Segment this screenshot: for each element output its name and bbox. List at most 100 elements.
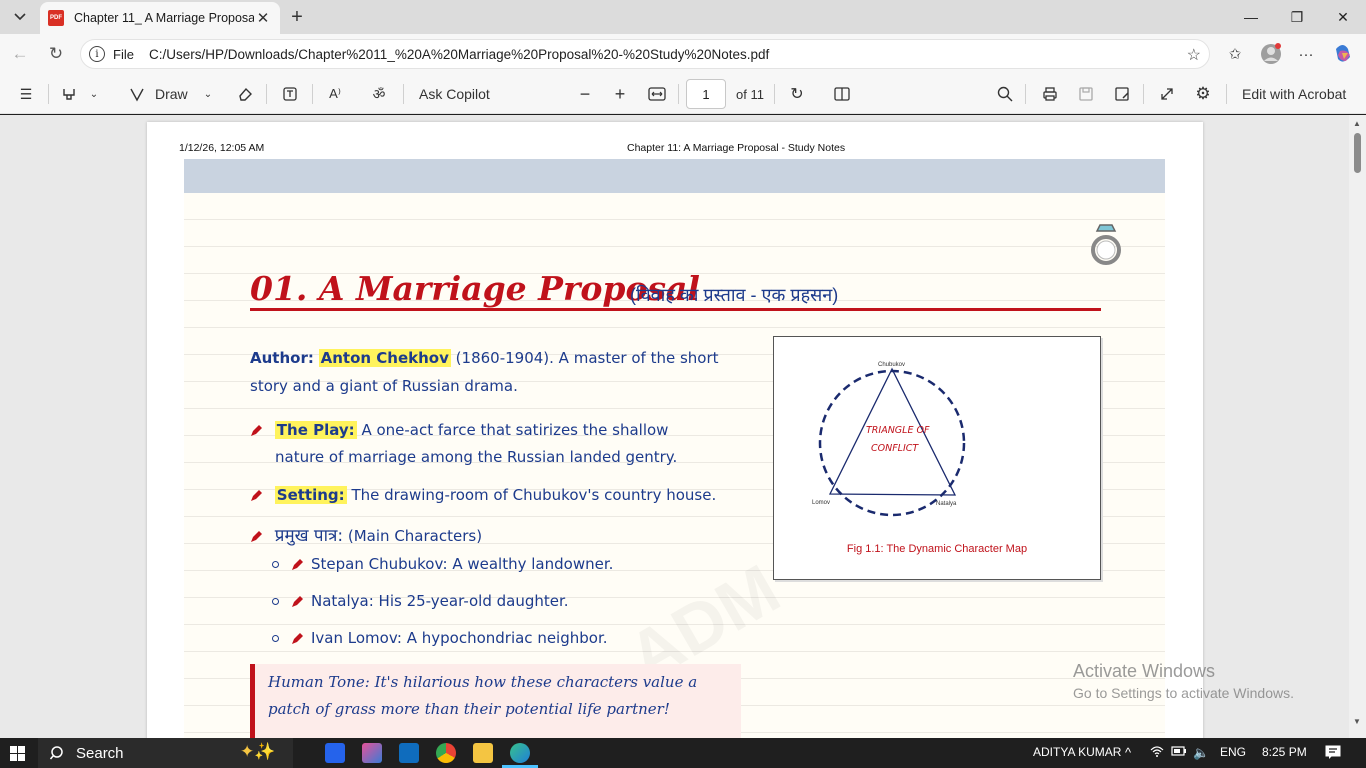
taskbar-search-box[interactable]: Search ✦✨ bbox=[38, 738, 293, 768]
restore-button[interactable]: ❐ bbox=[1274, 4, 1320, 30]
info-icon[interactable]: i bbox=[89, 46, 105, 62]
edit-with-acrobat-button[interactable]: Edit with Acrobat bbox=[1242, 82, 1346, 106]
refresh-button[interactable]: ↻ bbox=[43, 42, 69, 66]
quote-line-1: Human Tone: It's hilarious how these cha… bbox=[268, 673, 698, 691]
favorite-star-icon[interactable]: ☆ bbox=[1187, 45, 1201, 65]
divider bbox=[1226, 84, 1227, 104]
save-icon[interactable] bbox=[1074, 82, 1098, 106]
url-text[interactable]: C:/Users/HP/Downloads/Chapter%2011_%20A%… bbox=[149, 47, 769, 62]
chrome-app-icon[interactable] bbox=[436, 743, 456, 763]
page-total: of 11 bbox=[736, 86, 764, 102]
human-tone-callout: Human Tone: It's hilarious how these cha… bbox=[250, 664, 741, 738]
wifi-icon[interactable] bbox=[1150, 745, 1164, 760]
volume-icon[interactable]: 🔈 bbox=[1193, 745, 1209, 761]
file-explorer-icon[interactable] bbox=[473, 743, 493, 763]
character-name: Ivan Lomov: A hypochondriac neighbor. bbox=[311, 629, 608, 647]
vertical-scrollbar[interactable]: ▲ ▼ bbox=[1349, 115, 1366, 738]
author-label: Author: bbox=[250, 349, 314, 367]
translate-icon[interactable]: ॐ bbox=[368, 82, 390, 106]
pdf-viewer[interactable]: 1/12/26, 12:05 AM Chapter 11: A Marriage… bbox=[0, 115, 1366, 738]
zoom-out-icon[interactable]: − bbox=[574, 82, 596, 106]
minimize-button[interactable]: — bbox=[1228, 4, 1274, 30]
rotate-icon[interactable]: ↻ bbox=[786, 82, 808, 106]
draw-pen-icon[interactable] bbox=[126, 82, 148, 106]
copilot-app-icon[interactable] bbox=[362, 743, 382, 763]
profile-avatar[interactable] bbox=[1258, 42, 1284, 66]
activate-windows-title: Activate Windows bbox=[1073, 661, 1216, 681]
pencil-bullet-icon bbox=[251, 489, 262, 501]
circle-bullet-icon bbox=[272, 598, 279, 605]
author-line-2: story and a giant of Russian drama. bbox=[250, 377, 518, 395]
zoom-in-icon[interactable]: + bbox=[609, 82, 631, 106]
tab-actions-menu-button[interactable] bbox=[6, 5, 34, 29]
triangle-diagram: Chubukov Lomov Natalya TRIANGLE OF CONFL… bbox=[812, 362, 966, 517]
divider bbox=[1025, 84, 1026, 104]
divider bbox=[678, 84, 679, 104]
print-date: 1/12/26, 12:05 AM bbox=[179, 142, 265, 154]
play-line-1: The Play: A one-act farce that satirizes… bbox=[250, 421, 668, 439]
page-view-icon[interactable] bbox=[831, 82, 853, 106]
show-hidden-icons-chevron-icon[interactable]: ^ bbox=[1125, 745, 1131, 760]
print-icon[interactable] bbox=[1038, 82, 1062, 106]
circle-bullet-icon bbox=[272, 561, 279, 568]
full-screen-icon[interactable] bbox=[1155, 82, 1179, 106]
divider bbox=[312, 84, 313, 104]
new-tab-button[interactable]: + bbox=[286, 6, 308, 28]
contents-list-icon[interactable]: ☰ bbox=[14, 82, 38, 106]
pdf-icon: PDF bbox=[48, 10, 64, 26]
battery-icon[interactable] bbox=[1171, 745, 1187, 759]
character-name: Stepan Chubukov: A wealthy landowner. bbox=[311, 555, 614, 573]
save-as-icon[interactable] bbox=[1110, 82, 1134, 106]
browser-tab-active[interactable]: PDF Chapter 11_ A Marriage Proposal ✕ bbox=[40, 2, 280, 34]
mail-app-icon[interactable] bbox=[325, 743, 345, 763]
back-button[interactable]: ← bbox=[7, 42, 33, 66]
draw-button[interactable]: Draw bbox=[155, 82, 188, 106]
page-number-input[interactable]: 1 bbox=[686, 79, 726, 109]
scrollbar-thumb[interactable] bbox=[1354, 133, 1361, 173]
clock-time[interactable]: 8:25 PM bbox=[1262, 745, 1307, 759]
fit-to-width-icon[interactable] bbox=[645, 82, 669, 106]
author-line-1: Author: Anton Chekhov (1860-1904). A mas… bbox=[250, 349, 719, 367]
ask-copilot-button[interactable]: Ask Copilot bbox=[419, 82, 490, 106]
print-header-title: Chapter 11: A Marriage Proposal - Study … bbox=[627, 142, 846, 154]
scroll-down-arrow-icon[interactable]: ▼ bbox=[1353, 717, 1361, 726]
edge-app-icon[interactable] bbox=[510, 743, 530, 763]
list-item: Ivan Lomov: A hypochondriac neighbor. bbox=[272, 629, 608, 647]
chevron-down-icon bbox=[14, 13, 26, 21]
divider bbox=[774, 84, 775, 104]
scroll-up-arrow-icon[interactable]: ▲ bbox=[1353, 119, 1361, 128]
close-window-button[interactable]: ✕ bbox=[1320, 4, 1366, 30]
taskbar-user-name[interactable]: ADITYA KUMAR bbox=[1033, 745, 1121, 759]
draw-dropdown-chevron-icon[interactable]: ⌄ bbox=[200, 82, 216, 106]
characters-hindi: प्रमुख पात्र: bbox=[274, 526, 344, 546]
notifications-icon[interactable] bbox=[1325, 744, 1341, 763]
outlook-app-icon[interactable] bbox=[399, 743, 419, 763]
input-language[interactable]: ENG bbox=[1220, 745, 1246, 759]
eraser-icon[interactable] bbox=[234, 82, 256, 106]
highlight-icon[interactable] bbox=[58, 82, 80, 106]
copilot-icon[interactable] bbox=[1330, 42, 1356, 66]
add-text-icon[interactable] bbox=[279, 82, 301, 106]
figure-caption: Fig 1.1: The Dynamic Character Map bbox=[846, 543, 1028, 555]
address-bar[interactable]: i File C:/Users/HP/Downloads/Chapter%201… bbox=[80, 39, 1210, 69]
highlight-dropdown-chevron-icon[interactable]: ⌄ bbox=[86, 82, 102, 106]
pdf-toolbar: ☰ ⌄ Draw ⌄ A⁾ ॐ Ask Copilot − + 1 of 11 … bbox=[0, 74, 1366, 114]
favorites-icon[interactable]: ✩ bbox=[1222, 42, 1248, 66]
notebook-sheet: ADM 01. A Marriage Proposal (विवाह का प्… bbox=[184, 193, 1165, 738]
settings-gear-icon[interactable]: ⚙ bbox=[1191, 82, 1215, 106]
windows-taskbar: Search ✦✨ ADITYA KUMAR ^ 🔈 ENG 8:25 PM bbox=[0, 738, 1366, 768]
play-text-1: A one-act farce that satirizes the shall… bbox=[361, 421, 669, 439]
header-band bbox=[184, 159, 1165, 193]
heading-underline bbox=[250, 308, 1101, 311]
sparkle-icon: ✦✨ bbox=[240, 742, 276, 761]
close-tab-button[interactable]: ✕ bbox=[254, 9, 272, 27]
setting-text: The drawing-room of Chubukov's country h… bbox=[351, 486, 717, 504]
character-map-figure: Chubukov Lomov Natalya TRIANGLE OF CONFL… bbox=[773, 336, 1101, 580]
chapter-heading-hindi: (विवाह का प्रस्ताव - एक प्रहसन) bbox=[630, 285, 839, 305]
search-icon[interactable] bbox=[993, 82, 1017, 106]
pencil-bullet-icon bbox=[251, 424, 262, 436]
more-options-icon[interactable]: ··· bbox=[1293, 42, 1319, 66]
ring-icon bbox=[1091, 224, 1121, 265]
read-aloud-icon[interactable]: A⁾ bbox=[324, 82, 346, 106]
windows-start-icon[interactable] bbox=[10, 746, 25, 761]
